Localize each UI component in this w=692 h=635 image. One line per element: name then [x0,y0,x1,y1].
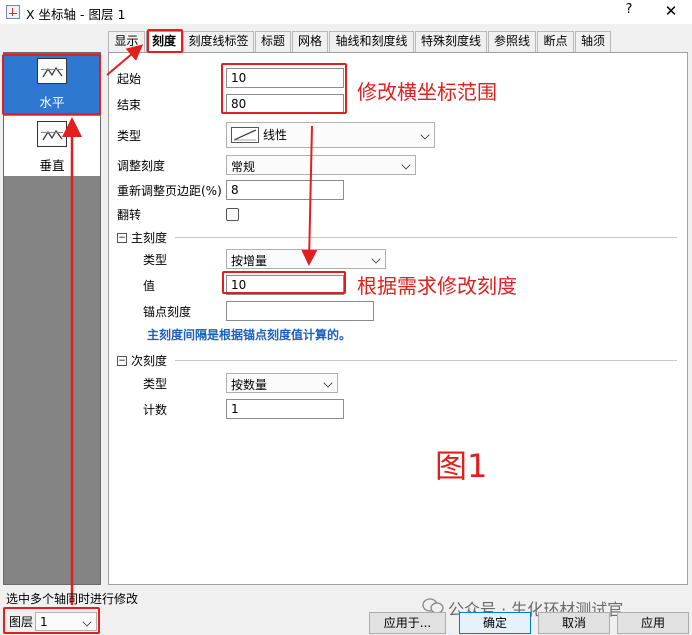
annotation-box-horizontal [2,54,101,115]
close-button[interactable]: ✕ [661,2,681,22]
group-divider [175,237,677,238]
chevron-down-icon [420,130,430,140]
figure-label: 图1 [435,447,488,485]
annotation-box-tick-value [222,271,346,294]
minor-count-input[interactable]: 1 [226,399,344,419]
major-collapse-toggle[interactable]: − [117,233,127,243]
to-label: 结束 [117,98,142,112]
chevron-down-icon [82,617,92,627]
scale-type-value: 线性 [263,128,288,142]
scale-panel: 起始 10 结束 80 类型 线性 调整刻度 常规 重新调整页边距(%) 8 翻… [108,52,688,585]
minor-type-label: 类型 [143,377,168,391]
layer-label: 图层 [9,615,34,629]
rescale-select[interactable]: 常规 [226,155,416,175]
tab-strip: 显示 刻度 刻度线标签 标题 网格 轴线和刻度线 特殊刻度线 参照线 断点 轴须 [108,31,616,53]
major-value-label: 值 [143,279,156,293]
scale-type-select[interactable]: 线性 [226,122,435,148]
chevron-down-icon [323,378,333,388]
apply-to-button[interactable]: 应用于... [369,612,446,634]
minor-count-label: 计数 [143,403,168,417]
axis-app-icon [6,5,20,19]
tab-rug[interactable]: 轴须 [575,31,611,52]
tab-special-ticks[interactable]: 特殊刻度线 [415,31,487,52]
minor-ticks-header: 次刻度 [131,354,168,368]
axis-linear-icon [231,127,259,143]
minor-type-value: 按数量 [231,378,268,392]
tab-display[interactable]: 显示 [108,31,145,52]
tab-reference-lines[interactable]: 参照线 [488,31,536,52]
tab-grid[interactable]: 网格 [292,31,328,52]
major-type-value: 按增量 [231,254,268,268]
layer-value: 1 [40,615,48,629]
anchor-tick-input[interactable] [226,301,374,321]
group-divider [175,360,677,361]
tab-title[interactable]: 标题 [255,31,291,52]
minor-type-select[interactable]: 按数量 [226,373,338,393]
rescale-value: 常规 [231,160,256,174]
tab-line-and-ticks[interactable]: 轴线和刻度线 [329,31,414,52]
reverse-label: 翻转 [117,208,142,222]
major-type-select[interactable]: 按增量 [226,249,386,269]
rescale-margin-label: 重新调整页边距(%) [117,184,222,198]
reverse-checkbox[interactable] [226,208,239,221]
cancel-button[interactable]: 取消 [538,612,610,634]
annotation-range-note: 修改横坐标范围 [357,80,497,104]
annotation-tick-note: 根据需求修改刻度 [357,274,517,298]
chevron-down-icon [371,254,381,264]
tab-tick-labels[interactable]: 刻度线标签 [183,31,254,52]
from-label: 起始 [117,72,142,86]
annotation-box-scale-tab [147,29,183,53]
major-hint-text: 主刻度间隔是根据锚点刻度值计算的。 [147,328,352,342]
ok-button[interactable]: 确定 [459,612,531,634]
tab-breaks[interactable]: 断点 [537,31,574,52]
sidebar-item-label: 垂直 [39,158,65,173]
rescale-margin-input[interactable]: 8 [226,180,344,200]
vertical-axis-icon [37,121,67,147]
type-label: 类型 [117,129,142,143]
layer-select[interactable]: 1 [35,612,97,631]
help-button[interactable]: ? [620,2,638,22]
window-title: X 坐标轴 - 图层 1 [26,7,126,22]
title-bar: X 坐标轴 - 图层 1 ? ✕ [0,0,692,24]
minor-collapse-toggle[interactable]: − [117,356,127,366]
apply-button[interactable]: 应用 [617,612,689,634]
anchor-tick-label: 锚点刻度 [143,305,192,319]
rescale-label: 调整刻度 [117,159,166,173]
chevron-down-icon [401,160,411,170]
major-ticks-header: 主刻度 [131,231,168,245]
multi-axis-hint: 选中多个轴同时进行修改 [6,592,139,606]
sidebar-item-vertical[interactable]: 垂直 [4,116,100,176]
annotation-box-range [221,63,347,114]
major-type-label: 类型 [143,253,168,267]
